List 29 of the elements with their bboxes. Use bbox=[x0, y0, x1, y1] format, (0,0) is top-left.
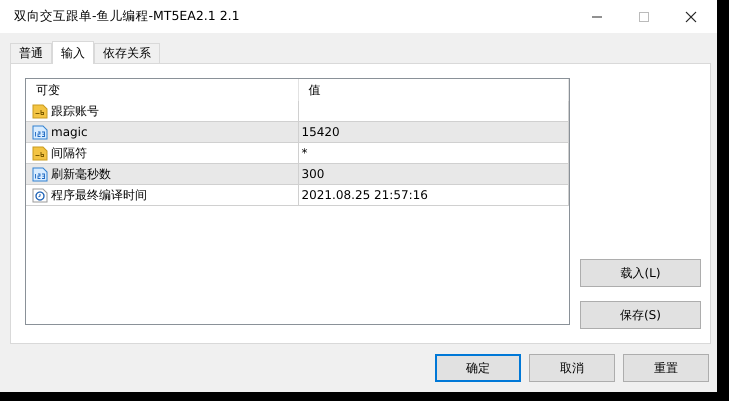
number-type-icon bbox=[32, 166, 48, 182]
action-button[interactable]: 载入(L) bbox=[580, 259, 701, 287]
parameter-value: 2021.08.25 21:57:16 bbox=[302, 188, 428, 202]
parameter-name: 跟踪账号 bbox=[51, 102, 99, 120]
dialog-button[interactable]: 确定 bbox=[435, 354, 521, 382]
text-type-icon bbox=[32, 145, 48, 161]
number-type-icon bbox=[32, 124, 48, 140]
parameter-name: magic bbox=[51, 125, 88, 139]
parameter-name: 程序最终编译时间 bbox=[51, 186, 147, 204]
parameter-value: 300 bbox=[302, 167, 324, 181]
dialog-button[interactable]: 取消 bbox=[529, 354, 615, 382]
parameter-value: * bbox=[302, 146, 308, 160]
dialog-button[interactable]: 重置 bbox=[623, 354, 709, 382]
parameter-value: 15420 bbox=[302, 125, 340, 139]
window-title: 双向交互跟单-鱼儿编程-MT5EA2.1 2.1 bbox=[14, 8, 241, 25]
table-row[interactable]: 刷新毫秒数 300 bbox=[26, 164, 569, 185]
tab[interactable]: 依存关系 bbox=[94, 43, 160, 63]
column-header: 可变 bbox=[26, 79, 298, 101]
action-button[interactable]: 保存(S) bbox=[580, 301, 701, 329]
text-type-icon bbox=[32, 103, 48, 119]
table-row[interactable]: 程序最终编译时间 2021.08.25 21:57:16 bbox=[26, 185, 569, 206]
table-row[interactable]: magic 15420 bbox=[26, 122, 569, 143]
close-icon[interactable] bbox=[685, 10, 697, 22]
parameter-name: 刷新毫秒数 bbox=[51, 166, 111, 182]
tab[interactable]: 普通 bbox=[10, 43, 52, 63]
tab[interactable]: 输入 bbox=[52, 41, 94, 64]
column-header: 值 bbox=[298, 79, 569, 101]
parameter-name: 间隔符 bbox=[51, 144, 87, 162]
clock-icon bbox=[32, 187, 48, 203]
